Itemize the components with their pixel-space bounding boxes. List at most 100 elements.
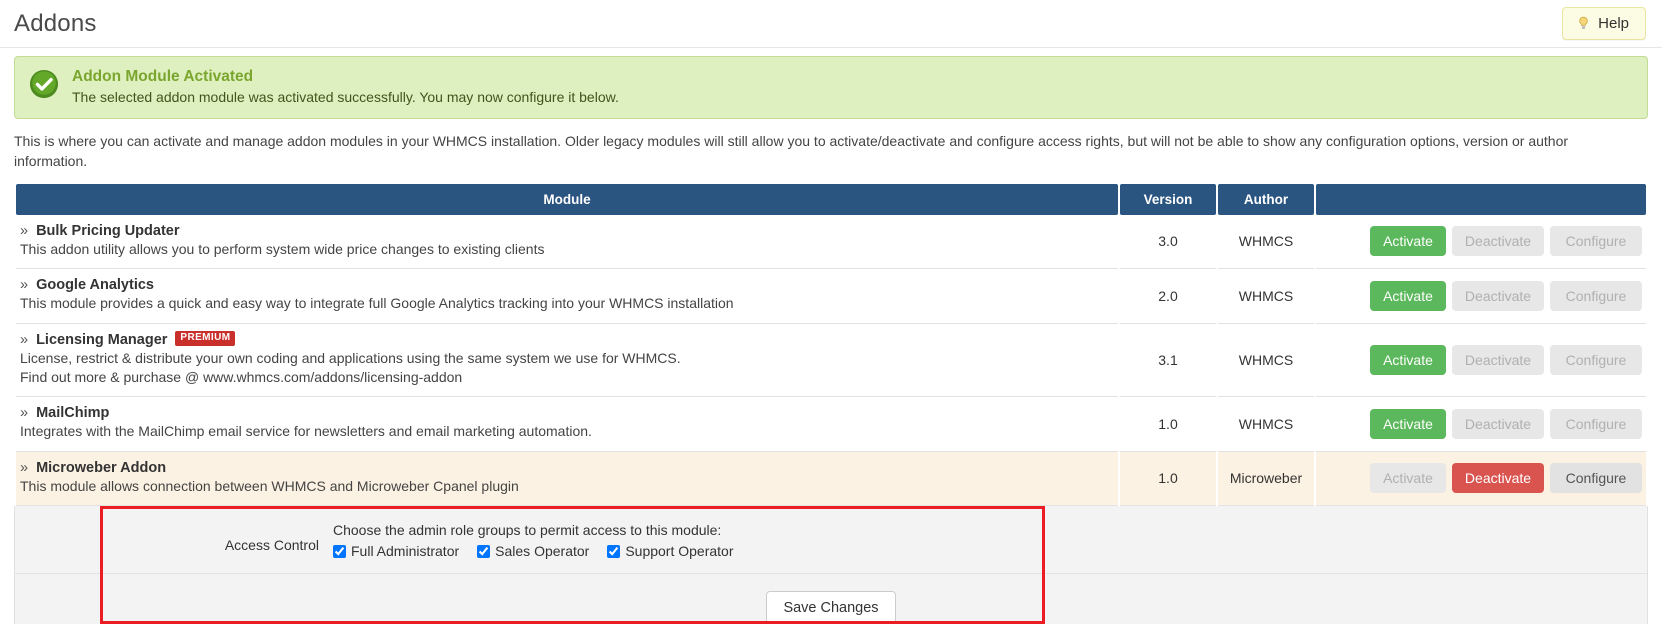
module-version: 1.0 xyxy=(1120,451,1216,507)
access-control-field: Choose the admin role groups to permit a… xyxy=(333,520,734,559)
module-name-label: Google Analytics xyxy=(36,277,154,294)
table-row: » MailChimp Integrates with the MailChimp … xyxy=(16,397,1646,452)
module-name-label: MailChimp xyxy=(36,405,110,422)
role-checkbox[interactable] xyxy=(607,544,621,558)
column-header-actions xyxy=(1316,184,1646,216)
deactivate-button: Deactivate xyxy=(1452,226,1544,257)
module-description: License, restrict & distribute your own … xyxy=(20,349,681,366)
table-row: » Google Analytics This module provides a … xyxy=(16,269,1646,324)
deactivate-button: Deactivate xyxy=(1452,280,1544,311)
success-alert: Addon Module Activated The selected addo… xyxy=(14,56,1648,119)
check-circle-icon xyxy=(29,69,59,104)
access-control-label: Access Control xyxy=(224,537,319,554)
configure-button: Configure xyxy=(1550,408,1642,439)
module-version: 1.0 xyxy=(1120,397,1216,452)
role-checkbox-label: Full Administrator xyxy=(351,543,460,560)
configure-button: Configure xyxy=(1550,344,1642,375)
module-actions: Activate Deactivate Configure xyxy=(1316,451,1646,507)
module-cell: » Microweber Addon This module allows conn… xyxy=(16,451,1118,507)
activate-button[interactable]: Activate xyxy=(1370,280,1446,311)
activate-button[interactable]: Activate xyxy=(1370,226,1446,257)
addons-page: Addons Help Addon Module Activated The s… xyxy=(0,0,1662,624)
activate-button: Activate xyxy=(1370,462,1446,493)
module-cell: » Licensing Manager PREMIUM License, restri… xyxy=(16,323,1118,398)
addons-table-container: Module Version Author » Bulk Pricing Upda… xyxy=(0,171,1662,507)
configure-button: Configure xyxy=(1550,280,1642,311)
role-checkbox-label: Support Operator xyxy=(625,543,734,560)
module-actions: Activate Deactivate Configure xyxy=(1316,323,1646,398)
activate-button[interactable]: Activate xyxy=(1370,408,1446,439)
chevron-right-icon: » xyxy=(20,405,29,422)
lightbulb-icon xyxy=(1576,16,1591,31)
role-checkbox-group: Full Administrator Sales Operator Support … xyxy=(333,543,734,559)
module-cell: » Google Analytics This module provides a … xyxy=(16,269,1118,324)
deactivate-button[interactable]: Deactivate xyxy=(1452,462,1544,493)
save-row: Save Changes xyxy=(15,574,1647,624)
chevron-right-icon: » xyxy=(20,223,29,240)
module-actions: Activate Deactivate Configure xyxy=(1316,397,1646,452)
column-header-author: Author xyxy=(1218,184,1314,216)
module-description: This module provides a quick and easy wa… xyxy=(20,295,734,312)
module-name-label: Licensing Manager xyxy=(36,331,168,348)
deactivate-button: Deactivate xyxy=(1452,344,1544,375)
module-name[interactable]: » MailChimp xyxy=(20,405,1114,421)
module-description: Find out more & purchase @ www.whmcs.com… xyxy=(20,369,463,386)
addons-table: Module Version Author » Bulk Pricing Upda… xyxy=(14,184,1648,507)
alert-container: Addon Module Activated The selected addo… xyxy=(0,48,1662,119)
help-button[interactable]: Help xyxy=(1562,7,1646,40)
column-header-module: Module xyxy=(16,184,1118,216)
page-title: Addons xyxy=(14,9,97,37)
module-name[interactable]: » Bulk Pricing Updater xyxy=(20,223,1114,239)
module-actions: Activate Deactivate Configure xyxy=(1316,269,1646,324)
configure-button[interactable]: Configure xyxy=(1550,462,1642,493)
chevron-right-icon: » xyxy=(20,331,29,348)
module-author: WHMCS xyxy=(1218,215,1314,270)
table-head: Module Version Author xyxy=(16,184,1646,216)
table-row: » Licensing Manager PREMIUM License, restri… xyxy=(16,323,1646,398)
module-name[interactable]: » Licensing Manager PREMIUM xyxy=(20,331,1114,348)
access-control-container: Access Control Choose the admin role gro… xyxy=(0,506,1662,624)
help-label: Help xyxy=(1598,15,1629,32)
module-name-label: Bulk Pricing Updater xyxy=(36,223,180,240)
module-actions: Activate Deactivate Configure xyxy=(1316,215,1646,270)
module-name[interactable]: » Google Analytics xyxy=(20,277,1114,293)
access-control-help: Choose the admin role groups to permit a… xyxy=(333,522,722,539)
deactivate-button: Deactivate xyxy=(1452,408,1544,439)
table-row: » Microweber Addon This module allows conn… xyxy=(16,451,1646,507)
module-description: This module allows connection between WH… xyxy=(20,477,519,494)
module-description: This addon utility allows you to perform… xyxy=(20,241,545,258)
role-checkbox-option[interactable]: Support Operator xyxy=(607,543,734,560)
module-version: 2.0 xyxy=(1120,269,1216,324)
module-version: 3.1 xyxy=(1120,323,1216,398)
column-header-version: Version xyxy=(1120,184,1216,216)
activate-button[interactable]: Activate xyxy=(1370,344,1446,375)
role-checkbox[interactable] xyxy=(333,544,346,558)
table-body: » Bulk Pricing Updater This addon utility … xyxy=(16,215,1646,507)
access-control-row: Access Control Choose the admin role gro… xyxy=(15,506,1647,575)
module-author: Microweber xyxy=(1218,451,1314,507)
module-version: 3.0 xyxy=(1120,215,1216,270)
module-description: Integrates with the MailChimp email serv… xyxy=(20,423,592,440)
access-control-panel: Access Control Choose the admin role gro… xyxy=(14,506,1648,624)
role-checkbox-option[interactable]: Full Administrator xyxy=(333,543,459,559)
intro-text: This is where you can activate and manag… xyxy=(14,132,1569,169)
table-row: » Bulk Pricing Updater This addon utility … xyxy=(16,215,1646,270)
module-author: WHMCS xyxy=(1218,397,1314,452)
role-checkbox-label: Sales Operator xyxy=(495,543,590,560)
page-header: Addons Help xyxy=(0,0,1662,48)
alert-message: The selected addon module was activated … xyxy=(72,89,619,106)
module-author: WHMCS xyxy=(1218,269,1314,324)
module-author: WHMCS xyxy=(1218,323,1314,398)
module-cell: » MailChimp Integrates with the MailChimp … xyxy=(16,397,1118,452)
configure-button: Configure xyxy=(1550,226,1642,257)
chevron-right-icon: » xyxy=(20,277,29,294)
chevron-right-icon: » xyxy=(20,459,29,476)
role-checkbox[interactable] xyxy=(477,544,491,558)
module-name[interactable]: » Microweber Addon xyxy=(20,460,1114,476)
save-changes-button[interactable]: Save Changes xyxy=(766,591,896,624)
premium-badge: PREMIUM xyxy=(175,331,236,347)
alert-title: Addon Module Activated xyxy=(72,68,254,85)
module-name-label: Microweber Addon xyxy=(36,459,167,476)
module-cell: » Bulk Pricing Updater This addon utility … xyxy=(16,215,1118,270)
role-checkbox-option[interactable]: Sales Operator xyxy=(477,543,589,559)
